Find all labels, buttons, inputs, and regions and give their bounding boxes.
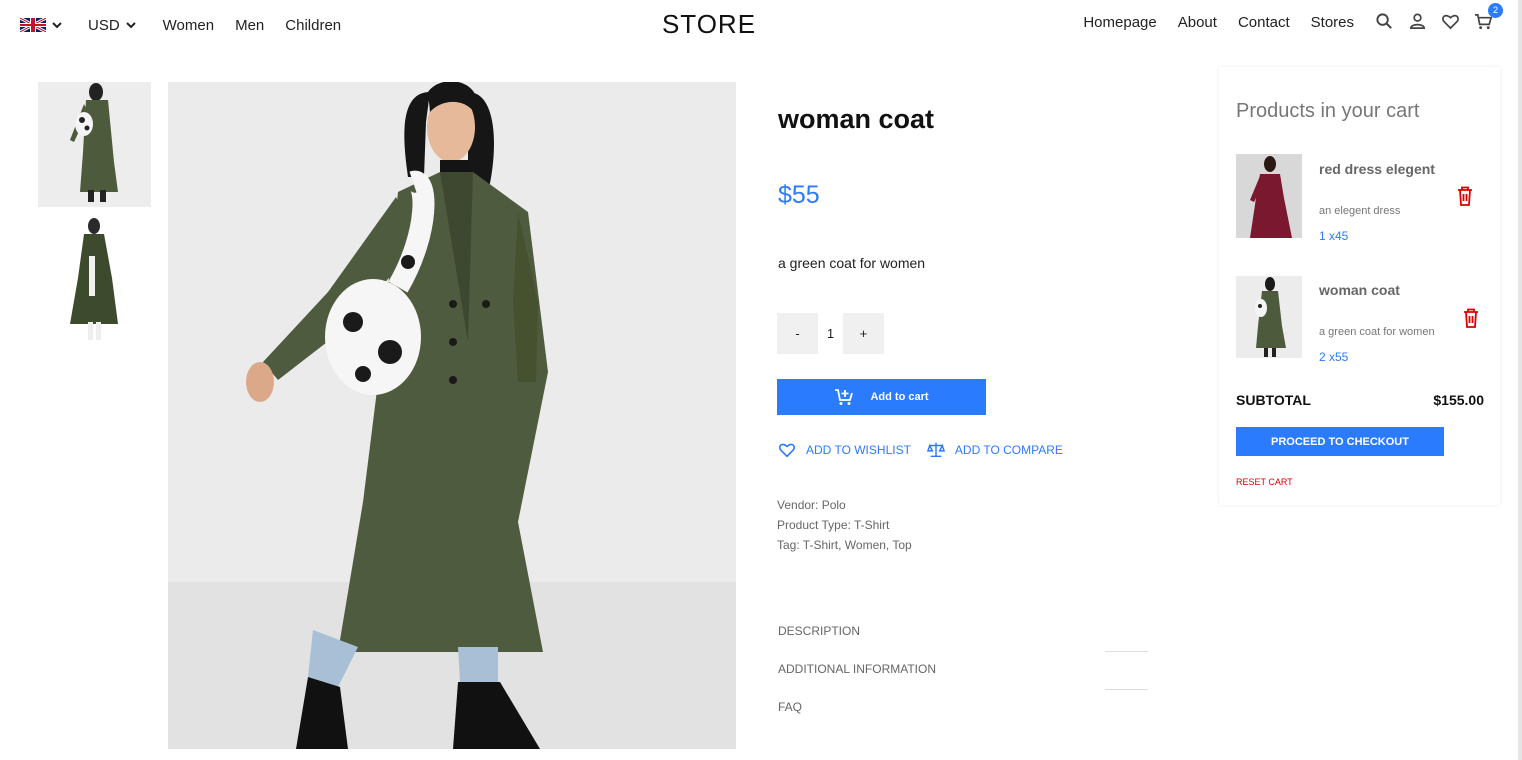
product-title: woman coat (778, 104, 935, 134)
divider (1105, 689, 1148, 690)
cart-item-image[interactable] (1236, 276, 1302, 358)
product-meta: Vendor: Polo Product Type: T-Shirt Tag: … (777, 495, 912, 555)
cart-item-description: an elegent dress (1319, 205, 1401, 217)
add-to-cart-icon (835, 389, 854, 405)
cart-count-badge: 2 (1488, 3, 1503, 18)
tab-faq[interactable]: FAQ (778, 700, 936, 738)
add-to-compare-link[interactable]: ADD TO COMPARE (926, 441, 1063, 459)
woman-coat-photo (168, 82, 736, 749)
tab-description[interactable]: DESCRIPTION (778, 624, 936, 662)
heart-icon[interactable] (1441, 12, 1460, 31)
user-icon[interactable] (1408, 12, 1427, 31)
add-to-cart-button[interactable]: Add to cart (777, 379, 986, 415)
cart-item-image[interactable] (1236, 154, 1302, 238)
scrollbar[interactable] (1518, 0, 1522, 760)
product-type: Product Type: T-Shirt (777, 518, 890, 532)
cart-title: Products in your cart (1236, 100, 1420, 122)
product-price: $55 (778, 181, 820, 209)
product-thumbnail[interactable] (38, 218, 151, 343)
vendor: Vendor: Polo (777, 498, 846, 512)
cart-item-quantity: 2 x55 (1319, 350, 1349, 364)
delete-icon[interactable] (1462, 308, 1480, 328)
header-icons: 2 (1375, 3, 1503, 31)
product-tags: Tag: T-Shirt, Women, Top (777, 538, 912, 552)
cart-item-name[interactable]: woman coat (1319, 282, 1400, 298)
cart-item-name[interactable]: red dress elegent (1319, 161, 1435, 177)
nav-contact[interactable]: Contact (1238, 14, 1290, 31)
red-dress-image (1236, 154, 1302, 238)
product-actions: ADD TO WISHLIST ADD TO COMPARE (778, 441, 1063, 459)
search-icon[interactable] (1375, 12, 1394, 31)
divider (1105, 651, 1148, 652)
nav-homepage[interactable]: Homepage (1083, 14, 1156, 31)
nav-about[interactable]: About (1178, 14, 1217, 31)
compare-label: ADD TO COMPARE (954, 443, 1063, 457)
proceed-to-checkout-button[interactable]: PROCEED TO CHECKOUT (1236, 427, 1444, 456)
cart-item-quantity: 1 x45 (1319, 229, 1349, 243)
product-thumbnail[interactable] (38, 82, 151, 207)
nav-stores[interactable]: Stores (1311, 14, 1354, 31)
cart-item-description: a green coat for women (1319, 326, 1435, 338)
coat-thumbnail-image (38, 82, 151, 207)
quantity-value: 1 (826, 326, 835, 341)
coat-back-thumbnail-image (38, 218, 151, 343)
tab-additional-information[interactable]: ADDITIONAL INFORMATION (778, 662, 936, 700)
product-main-image[interactable] (168, 82, 736, 749)
coat-cart-image (1236, 276, 1302, 358)
reset-cart-link[interactable]: RESET CART (1236, 477, 1293, 487)
product-tabs: DESCRIPTION ADDITIONAL INFORMATION FAQ (778, 624, 936, 738)
header-nav: Homepage About Contact Stores (1083, 14, 1354, 31)
subtotal-value: $155.00 (1433, 392, 1484, 408)
quantity-increase-button[interactable]: + (843, 313, 884, 354)
cart-subtotal: SUBTOTAL $155.00 (1236, 392, 1484, 408)
cart-button[interactable]: 2 (1474, 3, 1503, 31)
product-description: a green coat for women (778, 255, 926, 271)
wishlist-label: ADD TO WISHLIST (806, 443, 911, 457)
quantity-stepper: - 1 + (777, 313, 884, 354)
quantity-decrease-button[interactable]: - (777, 313, 818, 354)
delete-icon[interactable] (1456, 186, 1474, 206)
add-to-cart-label: Add to cart (870, 391, 929, 403)
add-to-wishlist-link[interactable]: ADD TO WISHLIST (778, 441, 911, 459)
scale-icon (926, 442, 945, 458)
heart-icon (778, 443, 796, 458)
subtotal-label: SUBTOTAL (1236, 392, 1311, 408)
